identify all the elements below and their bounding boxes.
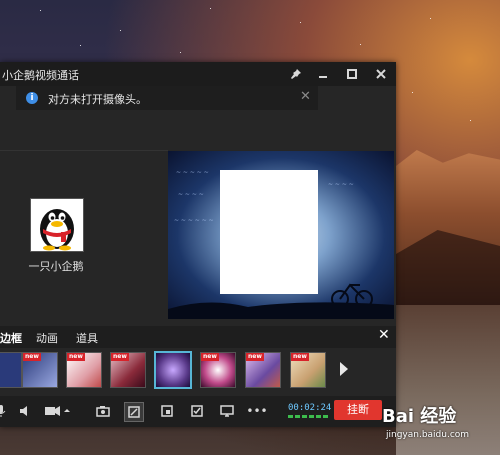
close-icon[interactable] [372,65,390,83]
new-badge: new [246,353,264,361]
speaker-icon[interactable] [16,402,34,420]
notice-close-icon[interactable]: ✕ [300,89,311,104]
camera-off-notice: i 对方未打开摄像头。 ✕ [16,86,318,110]
pin-icon[interactable] [287,65,305,83]
hangup-button[interactable]: 挂断 [334,400,382,420]
audio-level-meter [288,415,328,418]
video-blank-area [220,170,318,294]
effects-tab-bar: 边框 动画 道具 ✕ [0,326,396,348]
video-call-window: 小企鹅视频通话 i 对方未打开摄像头。 ✕ 一只小企鹅 ~ ~ ~ ~ ~ ~ … [0,62,396,427]
title-bar[interactable]: 小企鹅视频通话 [0,62,396,86]
new-badge: new [201,353,219,361]
watermark-logo: Bai 经验 [382,406,457,427]
info-icon: i [26,92,38,104]
baidu-jingyan-watermark: Bai 经验 jingyan.baidu.com [382,398,500,455]
remote-video-preview[interactable]: ~ ~ ~ ~ ~ ~ ~ ~ ~ ~ ~ ~ ~ ~ ~ ~ ~ ~ ~ [168,151,394,319]
qq-penguin-avatar[interactable] [30,198,84,252]
more-icon[interactable]: ••• [246,402,267,420]
effect-thumbnail[interactable]: new [110,352,146,388]
new-badge: new [23,353,41,361]
effect-thumbnail[interactable]: new [200,352,236,388]
watermark-url: jingyan.baidu.com [386,430,470,440]
new-badge: new [291,353,309,361]
tab-animation[interactable]: 动画 [36,330,58,346]
tab-frame[interactable]: 边框 [0,330,22,346]
new-badge: new [67,353,85,361]
snapshot-icon[interactable] [94,402,112,420]
call-timer: 00:02:24 [288,403,332,413]
next-page-arrow-icon[interactable] [340,362,348,376]
new-badge: new [111,353,129,361]
effects-thumbnail-strip: new new new new new new [0,348,396,396]
effect-thumbnail[interactable]: new [290,352,326,388]
effects-close-icon[interactable]: ✕ [378,327,390,343]
effect-thumbnail[interactable]: new [245,352,281,388]
notice-text: 对方未打开摄像头。 [48,93,147,106]
effect-thumbnail[interactable]: new [22,352,58,388]
divider [0,150,168,151]
whiteboard-icon[interactable] [188,402,206,420]
tab-props[interactable]: 道具 [76,330,98,346]
effects-icon[interactable] [124,402,144,422]
call-toolbar: ••• 00:02:24 挂断 [0,396,396,427]
picture-in-picture-icon[interactable] [158,402,176,420]
minimize-icon[interactable] [314,65,332,83]
screen-share-icon[interactable] [218,402,236,420]
effect-thumbnail[interactable] [0,352,22,388]
window-title: 小企鹅视频通话 [2,69,79,82]
contact-name: 一只小企鹅 [28,260,84,273]
effect-thumbnail-selected[interactable] [154,351,192,389]
microphone-icon[interactable] [0,402,10,420]
camera-icon[interactable] [42,402,72,420]
maximize-icon[interactable] [343,65,361,83]
effect-thumbnail[interactable]: new [66,352,102,388]
